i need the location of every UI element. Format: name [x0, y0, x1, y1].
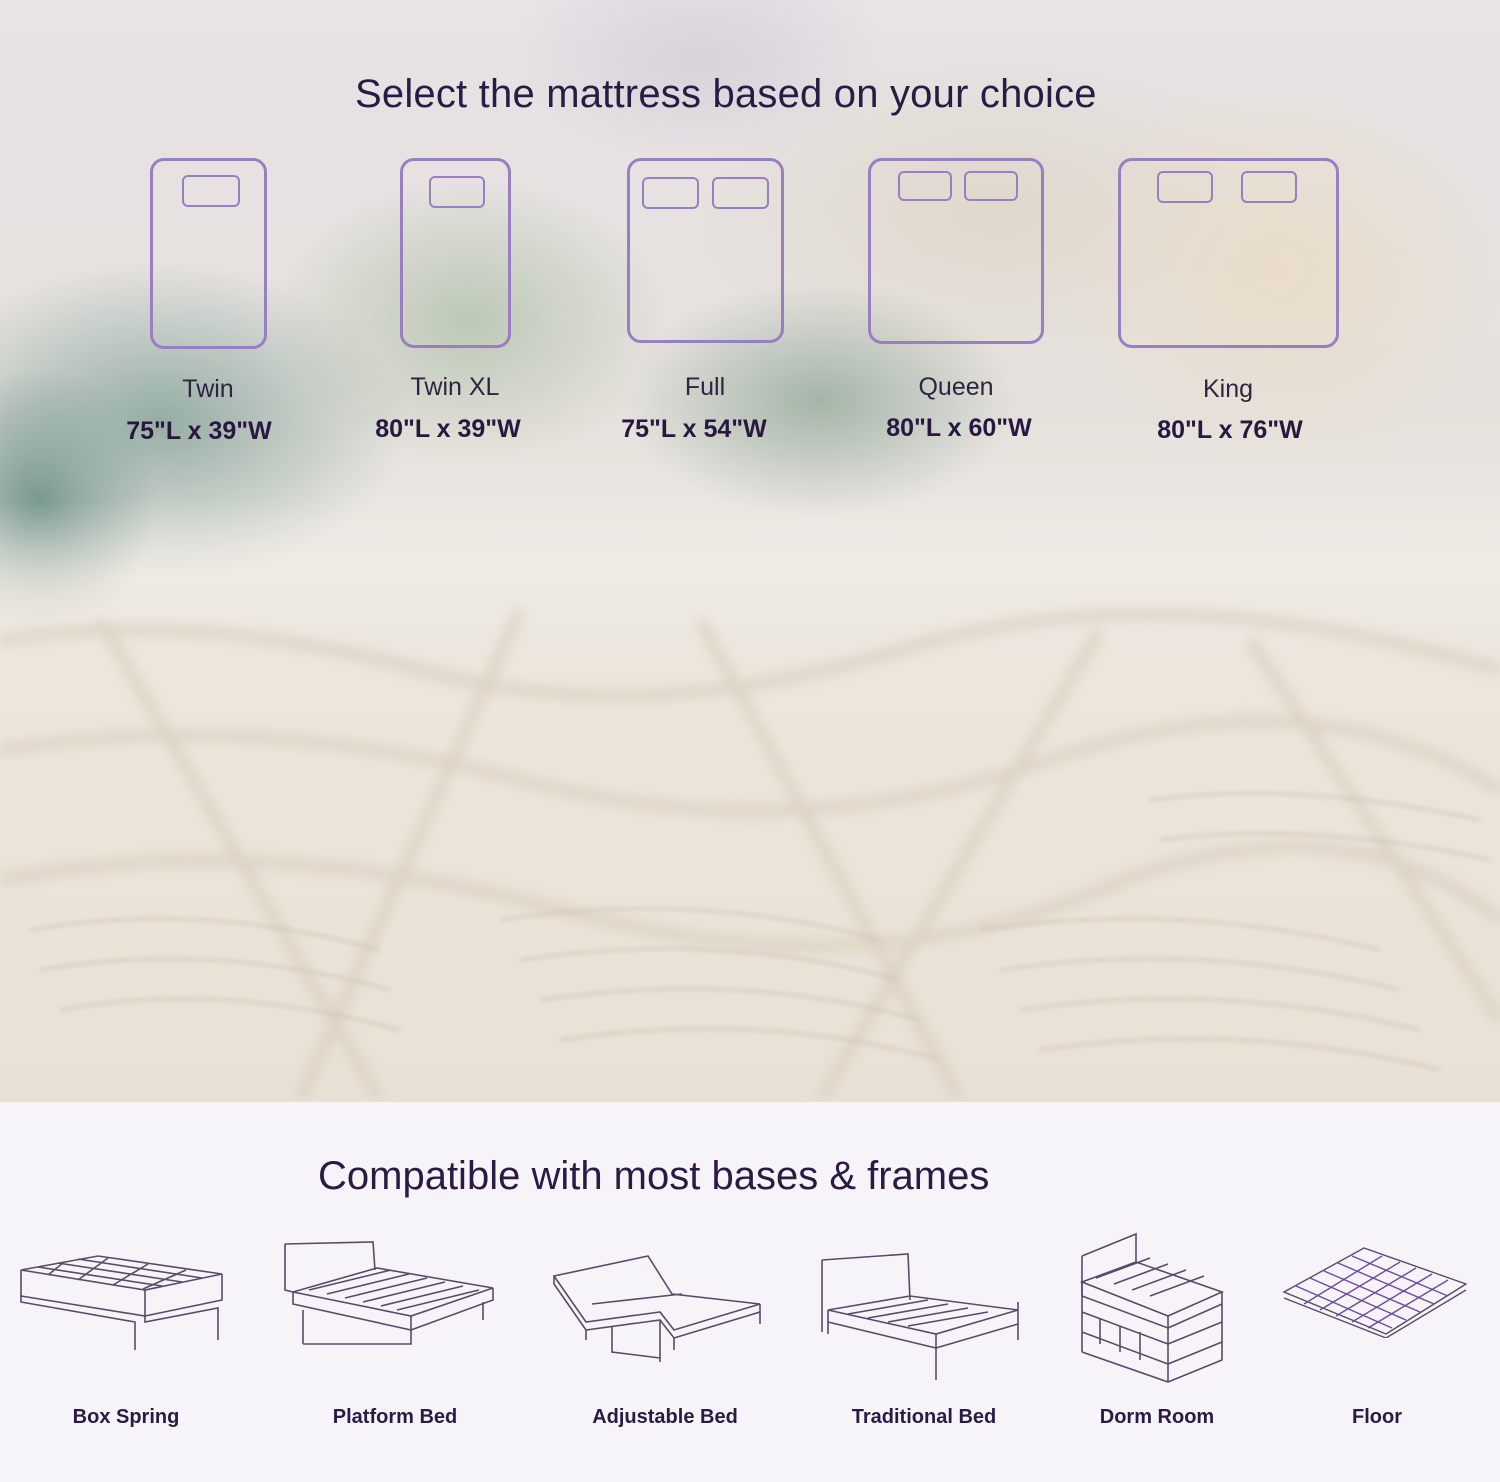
- base-label-platform-bed: Platform Bed: [332, 1406, 458, 1428]
- dorm-room-icon: [1080, 1232, 1225, 1383]
- king-bed-icon: [1118, 158, 1339, 348]
- pillow-icon: [182, 175, 240, 207]
- pillow-icon: [712, 177, 769, 209]
- size-dimensions-twin-xl: 80"L x 39"W: [375, 415, 521, 443]
- quilted-mattress-texture: [0, 500, 1500, 1102]
- pillow-icon: [898, 171, 952, 201]
- platform-bed-icon: [284, 1241, 494, 1345]
- base-label-adjustable-bed: Adjustable Bed: [592, 1406, 738, 1428]
- pillow-icon: [642, 177, 699, 209]
- full-bed-icon: [627, 158, 784, 343]
- size-name-twin: Twin: [182, 375, 234, 403]
- bases-section: Compatible with most bases & frames Box …: [0, 1102, 1500, 1482]
- bases-section-title: Compatible with most bases & frames: [318, 1154, 990, 1198]
- size-name-king: King: [1202, 375, 1254, 403]
- box-spring-icon: [20, 1255, 223, 1350]
- twin-bed-icon: [150, 158, 267, 349]
- traditional-bed-icon: [821, 1253, 1019, 1380]
- size-name-twin-xl: Twin XL: [410, 373, 500, 401]
- pillow-icon: [1241, 171, 1297, 203]
- size-name-queen: Queen: [918, 373, 994, 401]
- size-dimensions-twin: 75"L x 39"W: [126, 417, 272, 445]
- base-label-traditional-bed: Traditional Bed: [851, 1406, 997, 1428]
- size-dimensions-queen: 80"L x 60"W: [886, 414, 1032, 442]
- twin-xl-bed-icon: [400, 158, 511, 348]
- size-dimensions-full: 75"L x 54"W: [621, 415, 767, 443]
- pillow-icon: [1157, 171, 1213, 203]
- base-label-box-spring: Box Spring: [72, 1406, 180, 1428]
- base-label-floor: Floor: [1352, 1406, 1402, 1428]
- pillow-icon: [429, 176, 485, 208]
- queen-bed-icon: [868, 158, 1044, 344]
- sizes-section-title: Select the mattress based on your choice: [355, 72, 1097, 116]
- adjustable-bed-icon: [552, 1255, 761, 1362]
- size-name-full: Full: [684, 373, 726, 401]
- pillow-icon: [964, 171, 1018, 201]
- mattress-hero-background: Select the mattress based on your choice…: [0, 0, 1500, 1102]
- size-dimensions-king: 80"L x 76"W: [1157, 416, 1303, 444]
- floor-icon: [1282, 1247, 1468, 1338]
- base-label-dorm-room: Dorm Room: [1099, 1406, 1215, 1428]
